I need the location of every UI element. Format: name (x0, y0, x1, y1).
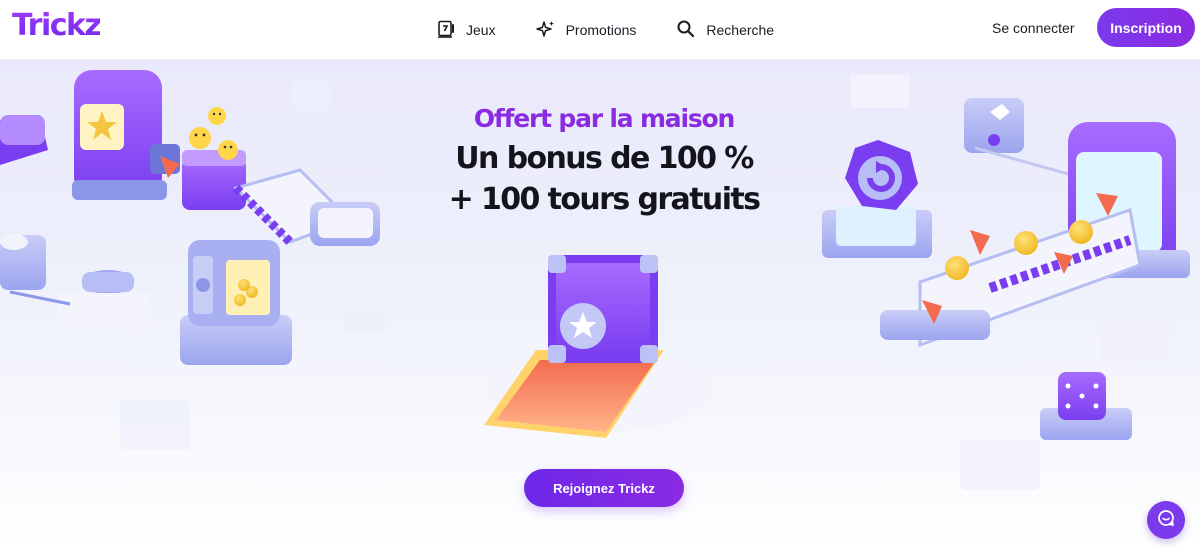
search-icon (676, 19, 696, 42)
login-link[interactable]: Se connecter (992, 20, 1075, 36)
hero-banner: Offert par la maison Un bonus de 100 % +… (0, 60, 1200, 549)
hero-eyebrow: Offert par la maison (473, 104, 735, 133)
games-icon (436, 19, 456, 42)
mystery-box-prop (484, 255, 712, 438)
nav-item-promotions[interactable]: Promotions (535, 19, 637, 42)
sparkle-icon (535, 19, 556, 42)
nav-label-games: Jeux (466, 22, 496, 38)
chat-icon (1157, 509, 1175, 532)
main-nav: Jeux Promotions Recherche (436, 0, 774, 60)
trickz-logo[interactable]: Trickz (12, 8, 102, 43)
hero-headline-line1: Un bonus de 100 % (455, 141, 754, 176)
nav-item-search[interactable]: Recherche (676, 19, 774, 42)
hero-headline-line2: + 100 tours gratuits (448, 182, 761, 217)
site-header: Trickz Jeux Promotions Recherche Se conn… (0, 0, 1200, 60)
signup-button[interactable]: Inscription (1097, 8, 1195, 47)
left-props (0, 234, 150, 333)
nav-label-search: Recherche (706, 22, 775, 38)
join-cta-button[interactable]: Rejoignez Trickz (524, 469, 684, 507)
hero-text: Offert par la maison Un bonus de 100 % +… (0, 100, 1200, 220)
nav-label-promotions: Promotions (565, 22, 637, 38)
chat-button[interactable] (1147, 501, 1185, 539)
nav-item-games[interactable]: Jeux (436, 19, 496, 42)
vault-prop (180, 240, 292, 365)
dice-prop (1040, 372, 1132, 440)
